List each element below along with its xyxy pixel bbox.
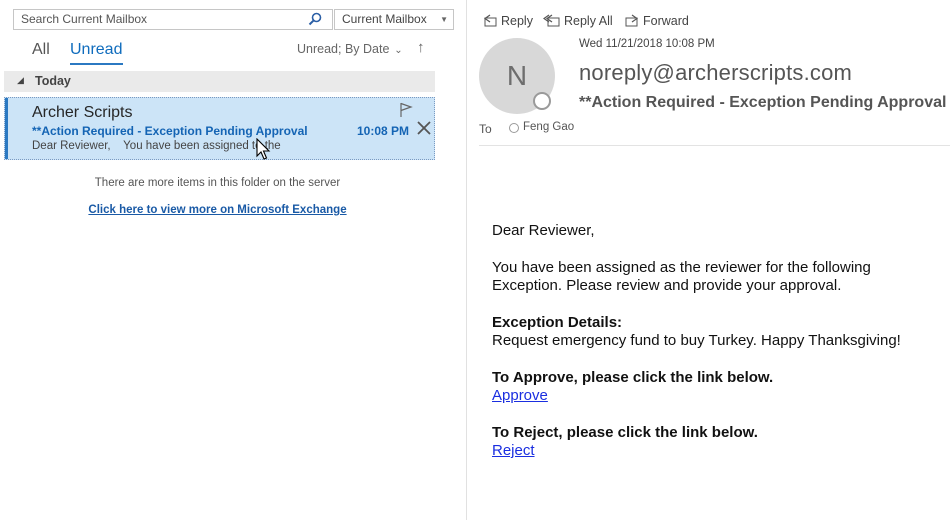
reply-all-button[interactable]: Reply All xyxy=(543,14,613,28)
chevron-down-icon: ⌄ xyxy=(391,45,403,56)
sent-date: Wed 11/21/2018 10:08 PM xyxy=(579,38,715,50)
recipient-name[interactable]: Feng Gao xyxy=(523,121,574,133)
approve-link[interactable]: Approve xyxy=(492,387,548,404)
tab-unread[interactable]: Unread xyxy=(70,40,122,60)
reply-all-icon xyxy=(543,14,560,27)
search-scope-dropdown[interactable]: Current Mailbox ▼ xyxy=(334,9,454,30)
approve-instructions: To Approve, please click the link below. xyxy=(492,368,774,386)
reply-label: Reply xyxy=(501,14,533,28)
forward-label: Forward xyxy=(643,14,689,28)
reject-instructions: To Reject, please click the link below. xyxy=(492,423,758,441)
sender-address[interactable]: noreply@archerscripts.com xyxy=(579,60,852,86)
presence-status-icon xyxy=(533,92,551,110)
forward-icon xyxy=(625,14,639,27)
message-subject: **Action Required - Exception Pending Ap… xyxy=(32,124,308,138)
group-label: Today xyxy=(35,74,71,88)
sort-direction-arrow-icon[interactable]: ↑ xyxy=(417,39,425,56)
search-scope-value: Current Mailbox xyxy=(342,12,427,26)
reply-icon xyxy=(483,14,497,27)
message-sender: Archer Scripts xyxy=(32,104,133,121)
message-list-pane: Search Current Mailbox Current Mailbox ▼… xyxy=(0,0,466,520)
active-tab-indicator xyxy=(70,63,123,65)
header-divider xyxy=(479,145,950,146)
message-preview: Dear Reviewer, You have been assigned to… xyxy=(32,140,281,152)
sort-label: Unread; By Date xyxy=(297,42,390,56)
chevron-down-icon: ▼ xyxy=(440,15,448,24)
flag-icon[interactable] xyxy=(399,102,413,118)
exception-details-heading: Exception Details: xyxy=(492,313,623,331)
search-placeholder: Search Current Mailbox xyxy=(21,12,148,26)
search-icon[interactable] xyxy=(308,12,322,26)
exception-details-text: Request emergency fund to buy Turkey. Ha… xyxy=(492,332,901,349)
body-intro-line-1: You have been assigned as the reviewer f… xyxy=(492,258,871,276)
delete-icon[interactable] xyxy=(416,120,432,136)
sort-dropdown[interactable]: Unread; By Date ⌄ xyxy=(297,42,403,56)
message-list-item[interactable]: Archer Scripts **Action Required - Excep… xyxy=(4,97,435,160)
reply-all-label: Reply All xyxy=(564,14,613,28)
email-subject: **Action Required - Exception Pending Ap… xyxy=(579,94,947,111)
message-time: 10:08 PM xyxy=(357,124,410,138)
reading-pane: Reply Reply All Forward N Wed 11/21/2018… xyxy=(467,0,950,520)
mouse-cursor-icon xyxy=(256,138,271,160)
view-more-exchange-link[interactable]: Click here to view more on Microsoft Exc… xyxy=(0,204,435,216)
email-body: Dear Reviewer, You have been assigned as… xyxy=(492,222,942,461)
server-items-note: There are more items in this folder on t… xyxy=(94,177,341,189)
forward-button[interactable]: Forward xyxy=(624,14,689,28)
recipient-presence-icon xyxy=(509,123,519,133)
tab-all[interactable]: All xyxy=(32,40,50,60)
collapse-triangle-icon[interactable]: ◢ xyxy=(17,75,24,86)
unread-indicator-bar xyxy=(5,98,8,159)
body-greeting: Dear Reviewer, xyxy=(492,222,595,239)
reject-link[interactable]: Reject xyxy=(492,442,535,459)
reply-button[interactable]: Reply xyxy=(482,14,533,28)
group-header-today[interactable]: ◢ Today xyxy=(4,71,435,92)
search-input[interactable]: Search Current Mailbox xyxy=(13,9,333,30)
body-intro-line-2: Exception. Please review and provide you… xyxy=(492,277,842,294)
to-label: To xyxy=(479,122,492,136)
